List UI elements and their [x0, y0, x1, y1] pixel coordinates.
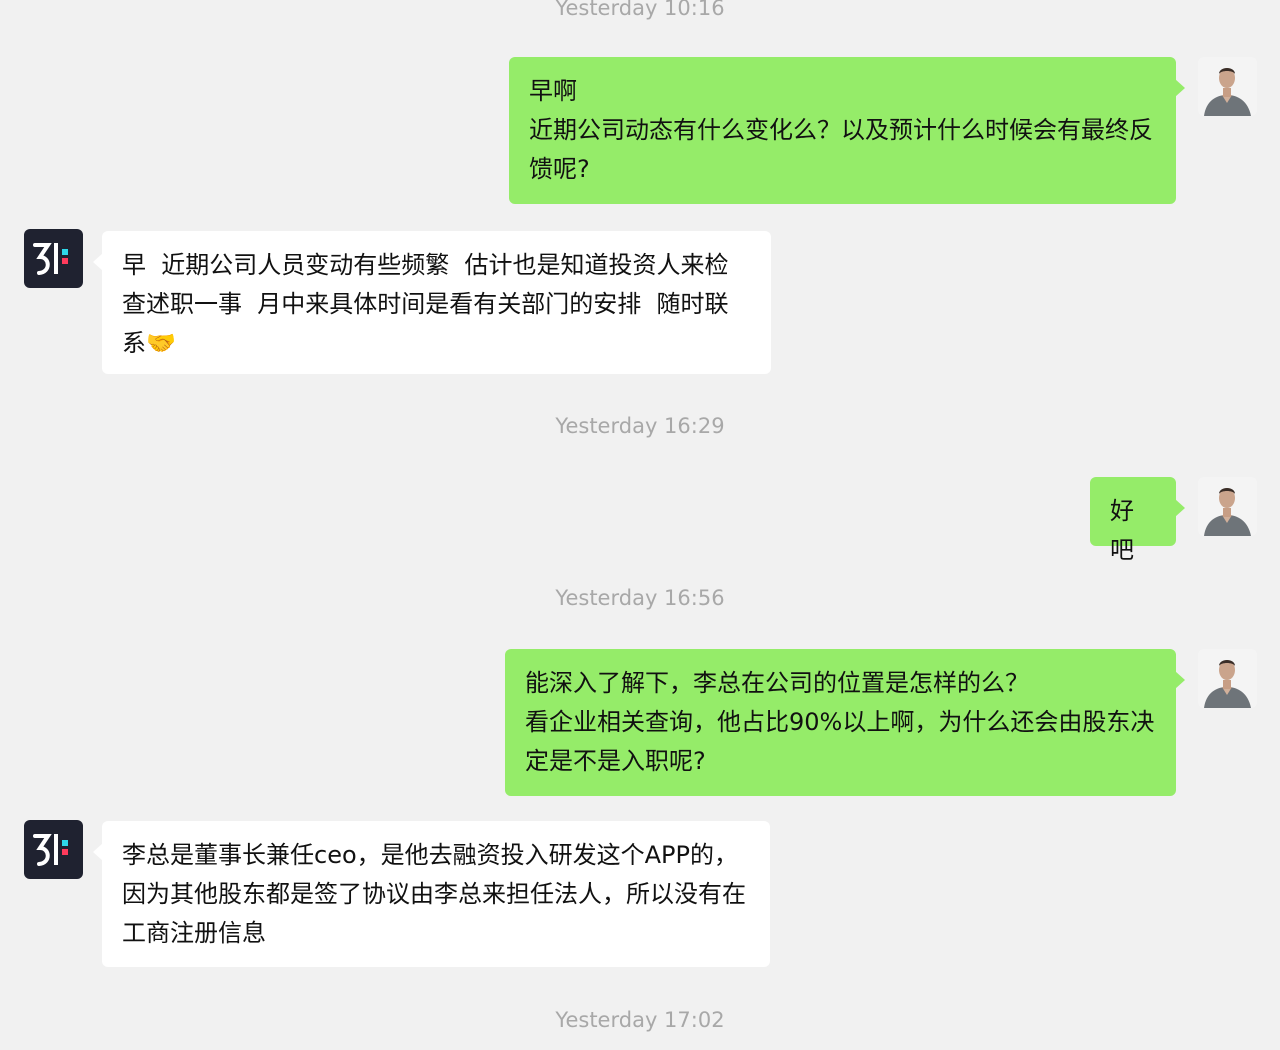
self-avatar[interactable]	[1198, 649, 1257, 708]
timestamp: Yesterday 16:29	[555, 414, 725, 438]
app-logo-icon	[24, 229, 83, 288]
incoming-message[interactable]: 早 近期公司人员变动有些频繁 估计也是知道投资人来检查述职一事 月中来具体时间是…	[93, 231, 771, 374]
incoming-message[interactable]: 李总是董事长兼任ceo，是他去融资投入研发这个APP的，因为其他股东都是签了协议…	[93, 821, 770, 967]
outgoing-message[interactable]: 早啊 近期公司动态有什么变化么？以及预计什么时候会有最终反馈呢?	[509, 57, 1185, 204]
app-logo-icon	[24, 820, 83, 879]
contact-avatar[interactable]	[24, 820, 83, 879]
timestamp: Yesterday 16:56	[555, 586, 725, 610]
self-avatar[interactable]	[1198, 57, 1257, 116]
user-photo-icon	[1198, 57, 1257, 116]
self-avatar[interactable]	[1198, 477, 1257, 536]
outgoing-message[interactable]: 好吧	[1090, 477, 1185, 564]
timestamp: Yesterday 10:16	[555, 0, 725, 20]
user-photo-icon	[1198, 649, 1257, 708]
user-photo-icon	[1198, 477, 1257, 536]
timestamp: Yesterday 17:02	[555, 1008, 725, 1032]
contact-avatar[interactable]	[24, 229, 83, 288]
outgoing-message[interactable]: 能深入了解下，李总在公司的位置是怎样的么？ 看企业相关查询，他占比90%以上啊，…	[505, 649, 1185, 796]
